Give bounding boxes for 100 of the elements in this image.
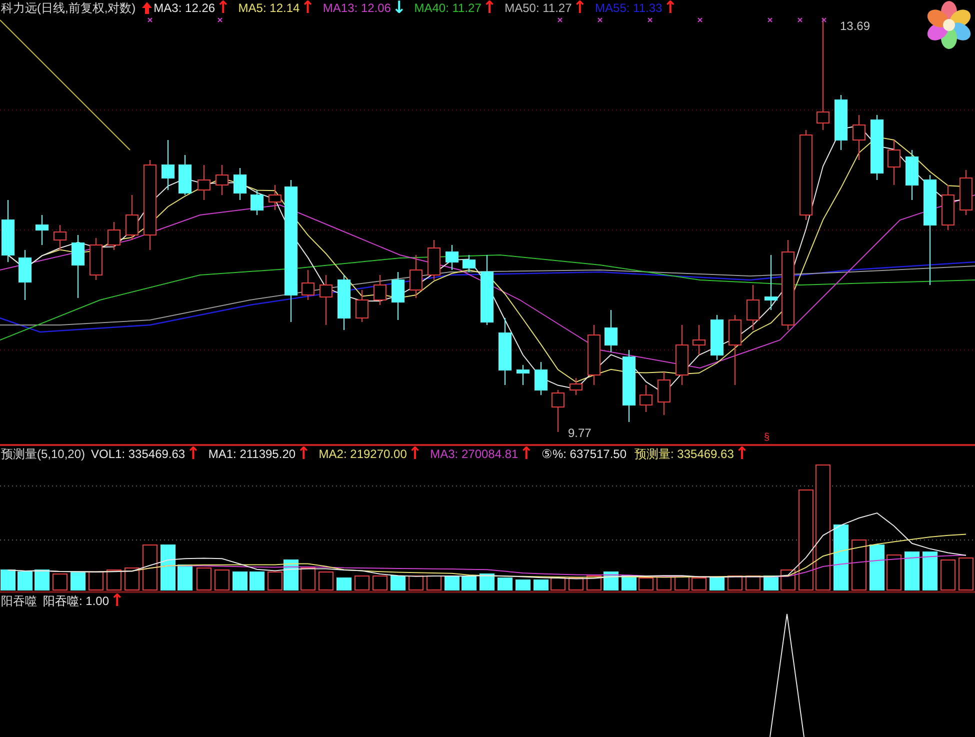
up-arrow-icon bbox=[142, 2, 152, 14]
volume-bar bbox=[692, 578, 706, 590]
volume-bar bbox=[638, 578, 654, 590]
volume-bar bbox=[336, 578, 352, 590]
candlestick bbox=[54, 224, 66, 250]
volume-bar bbox=[34, 570, 50, 590]
cross-mark-icon bbox=[821, 17, 827, 23]
cross-mark-icon bbox=[647, 17, 653, 23]
candlestick bbox=[338, 274, 350, 330]
indicator-value: MA1: 211395.20 bbox=[208, 447, 296, 461]
candlestick bbox=[446, 244, 458, 270]
cross-mark-icon bbox=[217, 17, 223, 23]
volume-bar bbox=[124, 568, 140, 590]
volume-bar bbox=[886, 554, 902, 590]
candlestick bbox=[302, 270, 314, 300]
candlestick bbox=[428, 240, 440, 280]
volume-bar bbox=[462, 576, 476, 590]
candlestick bbox=[640, 384, 652, 412]
volume-bar bbox=[390, 576, 406, 590]
volume-bar bbox=[764, 576, 778, 590]
volume-bar bbox=[834, 524, 848, 590]
volume-bar bbox=[426, 576, 442, 590]
volume-bar bbox=[550, 578, 566, 590]
trend-arrow: ↑ bbox=[300, 1, 315, 15]
candlestick bbox=[498, 318, 512, 386]
candlestick bbox=[676, 324, 688, 386]
indicator-value: VOL1: 335469.63 bbox=[91, 447, 186, 461]
volume-bar bbox=[498, 578, 512, 590]
indicator-value: MA2: 219270.00 bbox=[318, 447, 407, 461]
volume-bar bbox=[480, 574, 494, 590]
indicator-value: MA3: 12.26 bbox=[154, 1, 216, 15]
candlestick bbox=[320, 274, 332, 326]
candlestick bbox=[516, 364, 530, 386]
candlestick bbox=[2, 200, 14, 262]
candlestick bbox=[888, 140, 900, 186]
candlestick bbox=[942, 184, 954, 230]
volume-bar bbox=[88, 572, 104, 590]
candlestick bbox=[852, 114, 866, 160]
volume-bar bbox=[904, 552, 920, 590]
candlestick bbox=[710, 314, 724, 360]
trend-arrow: ↑ bbox=[482, 1, 497, 15]
candlestick bbox=[870, 114, 884, 180]
flower-logo-icon bbox=[925, 1, 973, 49]
candlestick bbox=[72, 234, 84, 298]
trend-arrow: ↑ bbox=[572, 1, 588, 15]
volume-bar bbox=[444, 576, 460, 590]
candlestick bbox=[36, 214, 48, 246]
volume-bar bbox=[408, 576, 424, 590]
volume-bar bbox=[232, 572, 248, 590]
volume-bar bbox=[196, 568, 212, 590]
volume-bar bbox=[300, 568, 316, 590]
volume-bar bbox=[516, 580, 530, 590]
cross-mark-icon bbox=[797, 17, 803, 23]
volume-bar bbox=[318, 572, 334, 590]
candlestick bbox=[906, 150, 918, 200]
volume-bar bbox=[18, 572, 32, 590]
volume-bar bbox=[178, 564, 192, 590]
indicator-value: MA13: 12.06 bbox=[322, 1, 391, 15]
volume-bar bbox=[106, 570, 122, 590]
high-price-label: 13.69 bbox=[840, 19, 870, 33]
cross-mark-icon bbox=[147, 17, 153, 23]
candlestick bbox=[216, 164, 228, 196]
candlestick bbox=[90, 238, 102, 280]
volume-bar bbox=[250, 572, 264, 590]
candlestick bbox=[764, 254, 778, 310]
indicator-value: MA50: 11.27 bbox=[504, 1, 572, 15]
volume-bar bbox=[568, 578, 584, 590]
candlestick bbox=[462, 254, 476, 272]
volume-bar bbox=[160, 544, 176, 590]
trend-arrow: ↑ bbox=[216, 1, 230, 15]
candlestick bbox=[552, 390, 564, 432]
trend-arrow: ↓ bbox=[392, 1, 406, 15]
panel-title: 预测量(5,10,20) bbox=[1, 447, 86, 461]
indicator-value: MA55: 11.33 bbox=[595, 1, 662, 15]
candlestick bbox=[108, 222, 120, 250]
volume-bar bbox=[354, 576, 370, 590]
candlestick bbox=[126, 194, 138, 240]
volume-bar bbox=[940, 560, 956, 590]
candlestick bbox=[570, 378, 582, 396]
candlestick bbox=[960, 170, 972, 216]
trend-arrow: ↑ bbox=[296, 447, 311, 461]
candlestick bbox=[250, 190, 264, 216]
volume-bar bbox=[70, 572, 86, 590]
volume-bar bbox=[534, 580, 548, 590]
volume-bar bbox=[0, 570, 16, 590]
candlestick bbox=[480, 254, 494, 326]
cross-mark-icon bbox=[767, 17, 773, 23]
volume-bar bbox=[870, 544, 884, 590]
volume-bar bbox=[372, 576, 388, 590]
candlestick bbox=[198, 164, 210, 200]
trend-arrow: ↑ bbox=[110, 594, 124, 608]
candlestick bbox=[18, 250, 32, 300]
trend-arrow: ↑ bbox=[663, 1, 678, 15]
candlestick bbox=[162, 140, 174, 190]
volume-bar bbox=[852, 540, 866, 590]
candlestick bbox=[392, 272, 404, 320]
candlestick bbox=[746, 284, 760, 330]
volume-bar bbox=[142, 544, 158, 590]
cross-mark-icon bbox=[697, 17, 703, 23]
indicator-value: MA40: 11.27 bbox=[414, 1, 482, 15]
